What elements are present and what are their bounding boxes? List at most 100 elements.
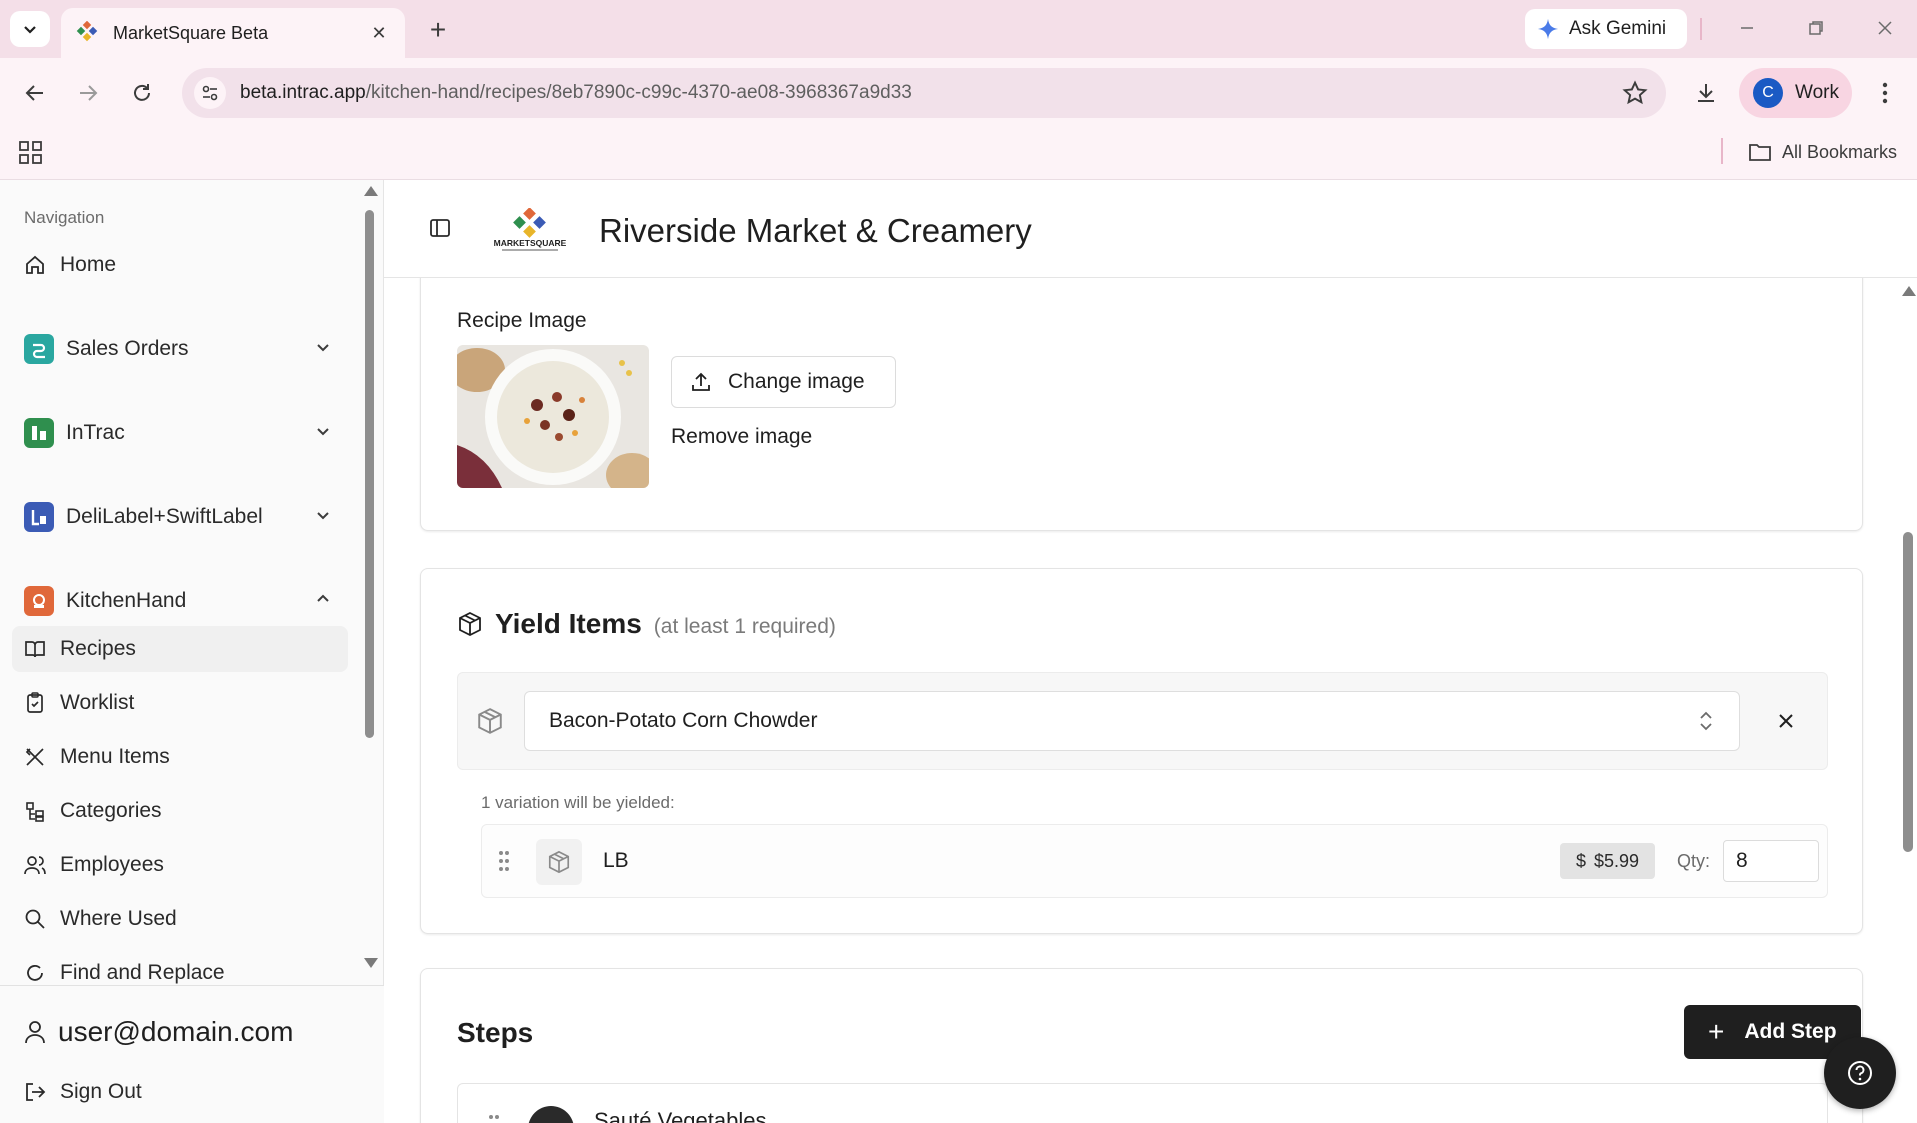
package-icon	[478, 708, 502, 734]
minimize-window-icon[interactable]	[1724, 12, 1770, 44]
close-tab-icon[interactable]: ✕	[367, 21, 391, 45]
recipe-form: Recipe Image Change image Remove image Y…	[384, 278, 1917, 1123]
site-info-icon[interactable]	[194, 77, 226, 109]
steps-card: Steps + Add Step Sauté Vegetables	[420, 968, 1863, 1123]
step-name: Sauté Vegetables	[594, 1108, 767, 1123]
sidebar-scroll-thumb[interactable]	[365, 210, 374, 738]
marketsquare-logo: MARKETSQUARE	[494, 208, 567, 251]
clipboard-check-icon	[27, 692, 43, 713]
sidebar-group-label: DeliLabel+SwiftLabel	[66, 505, 263, 528]
sidebar-item-employees[interactable]: Employees	[12, 842, 348, 888]
user-email: user@domain.com	[58, 1016, 294, 1047]
url-host: beta.intrac.app	[240, 82, 366, 103]
main-scrollbar[interactable]	[1899, 280, 1917, 1123]
marketsquare-favicon-icon	[76, 21, 98, 42]
recipe-photo	[457, 345, 649, 488]
sidebar-item-where-used[interactable]: Where Used	[12, 896, 348, 942]
price-badge: $ $5.99	[1560, 843, 1655, 879]
sidebar-item-find-and-replace[interactable]: Find and Replace	[12, 950, 348, 985]
ask-gemini-button[interactable]: Ask Gemini	[1525, 9, 1687, 49]
change-image-button[interactable]: Change image	[671, 356, 896, 408]
sidebar-item-categories[interactable]: Categories	[12, 788, 348, 834]
sidebar-group-sales-orders[interactable]: Sales Orders	[12, 326, 348, 372]
help-button[interactable]	[1824, 1037, 1896, 1109]
sidebar-item-recipes[interactable]: Recipes	[12, 626, 348, 672]
main-area: MARKETSQUARE Riverside Market & Creamery…	[384, 180, 1917, 1123]
window-controls-separator	[1700, 18, 1702, 40]
remove-image-button[interactable]: Remove image	[671, 425, 812, 449]
close-icon	[1779, 714, 1793, 728]
currency-symbol: $	[1575, 850, 1586, 871]
bookmark-star-icon[interactable]	[1622, 80, 1648, 106]
sales-orders-logo-icon	[24, 334, 54, 364]
forward-arrow-icon[interactable]	[68, 73, 108, 113]
sign-out-button[interactable]: Sign Out	[24, 1080, 142, 1104]
chevron-down-icon	[24, 26, 36, 34]
change-image-label: Change image	[728, 370, 865, 393]
main-scroll-thumb[interactable]	[1903, 532, 1913, 852]
sidebar-item-label: Worklist	[60, 691, 135, 714]
upload-icon	[692, 372, 710, 391]
sidebar-item-label: Find and Replace	[60, 961, 225, 984]
sign-out-label: Sign Out	[60, 1080, 142, 1103]
yield-item-selected-value: Bacon-Potato Corn Chowder	[549, 709, 818, 732]
remove-yield-item-button[interactable]	[1772, 707, 1800, 735]
nav-heading: Navigation	[24, 208, 105, 227]
home-icon	[26, 255, 44, 274]
scroll-up-arrow-icon[interactable]	[1902, 286, 1916, 296]
steps-title: Steps	[457, 1017, 534, 1048]
book-open-icon	[25, 641, 45, 658]
sidebar-item-label: Categories	[60, 799, 162, 822]
reload-icon[interactable]	[122, 73, 162, 113]
back-arrow-icon[interactable]	[15, 73, 55, 113]
page-title: Riverside Market & Creamery	[599, 212, 1032, 249]
price-value: $5.99	[1593, 850, 1640, 871]
intrac-logo-icon	[24, 418, 54, 448]
variation-row: LB $ $5.99 Qty:	[481, 824, 1828, 898]
restore-window-icon[interactable]	[1793, 12, 1839, 44]
sidebar-group-kitchenhand[interactable]: KitchenHand	[12, 578, 348, 624]
package-icon	[548, 850, 570, 874]
profile-button[interactable]: C Work	[1739, 68, 1852, 118]
qty-input[interactable]	[1723, 840, 1819, 882]
user-account: user@domain.com	[24, 1016, 293, 1048]
logo-text: MARKETSQUARE	[494, 238, 567, 248]
close-window-icon[interactable]	[1862, 12, 1908, 44]
active-tab[interactable]: MarketSquare Beta ✕	[61, 8, 405, 58]
sidebar-item-label: Employees	[60, 853, 164, 876]
yield-items-requirement: (at least 1 required)	[653, 615, 836, 638]
tab-search-button[interactable]	[10, 11, 50, 47]
yield-items-card: Yield Items (at least 1 required) Bacon-…	[420, 568, 1863, 934]
drag-handle-icon[interactable]	[498, 850, 510, 872]
sidebar-group-label: KitchenHand	[66, 589, 187, 612]
all-bookmarks-button[interactable]: All Bookmarks	[1748, 136, 1897, 168]
url-path: /kitchen-hand/recipes/8eb7890c-c99c-4370…	[365, 82, 912, 103]
sidebar-group-label: InTrac	[66, 421, 125, 444]
sidebar-item-home[interactable]: Home	[12, 242, 348, 288]
sidebar-group-delilabel[interactable]: DeliLabel+SwiftLabel	[12, 494, 348, 540]
drag-handle-icon[interactable]	[488, 1114, 500, 1123]
sidebar-group-intrac[interactable]: InTrac	[12, 410, 348, 456]
sidebar-toggle-icon[interactable]	[428, 216, 452, 240]
variation-icon-box	[536, 839, 582, 885]
sidebar-item-worklist[interactable]: Worklist	[12, 680, 348, 726]
chevrons-up-down-icon	[1700, 711, 1712, 731]
scroll-down-arrow-icon[interactable]	[364, 958, 378, 968]
yield-item-select[interactable]: Bacon-Potato Corn Chowder	[524, 691, 1740, 751]
step-item[interactable]: Sauté Vegetables	[457, 1083, 1828, 1123]
sidebar-scrollbar[interactable]	[362, 180, 378, 985]
scroll-up-arrow-icon[interactable]	[364, 186, 378, 196]
apps-grid-icon[interactable]	[18, 140, 44, 166]
app-header: MARKETSQUARE Riverside Market & Creamery	[384, 180, 1917, 278]
gemini-sparkle-icon	[1537, 18, 1559, 40]
variation-unit: LB	[603, 849, 629, 872]
categories-tree-icon	[26, 802, 44, 822]
browser-menu-icon[interactable]	[1870, 73, 1900, 113]
address-bar[interactable]: beta.intrac.app/kitchen-hand/recipes/8eb…	[182, 68, 1666, 118]
downloads-icon[interactable]	[1686, 73, 1726, 113]
sidebar-item-menu-items[interactable]: Menu Items	[12, 734, 348, 780]
new-tab-button[interactable]: +	[420, 14, 456, 46]
replace-icon	[27, 965, 43, 981]
chevron-up-icon	[317, 594, 329, 602]
search-icon	[25, 909, 45, 929]
